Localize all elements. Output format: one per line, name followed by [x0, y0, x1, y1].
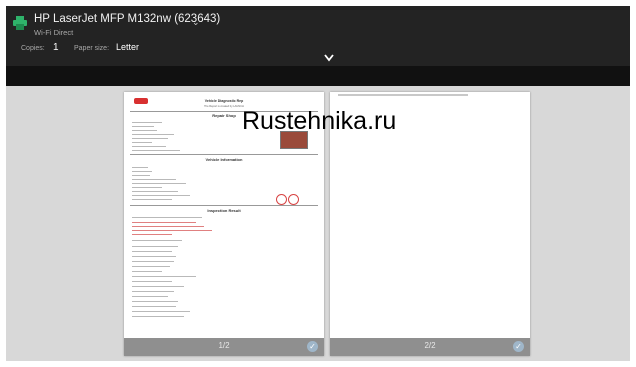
fault-line — [132, 230, 212, 232]
text-line — [132, 183, 186, 185]
text-line — [132, 167, 148, 169]
text-line — [338, 94, 468, 96]
text-line — [132, 291, 174, 293]
divider — [130, 154, 318, 155]
text-line — [132, 306, 176, 308]
copies-field[interactable]: 1 — [53, 42, 59, 53]
text-line — [132, 276, 196, 278]
printer-connection-status: Wi-Fi Direct — [34, 28, 74, 37]
fault-line — [132, 234, 172, 236]
printer-icon — [13, 16, 27, 30]
text-line — [132, 134, 174, 136]
text-line — [132, 130, 157, 132]
text-line — [132, 266, 170, 268]
page-footer: 2/2 ✓ — [330, 338, 530, 356]
text-line — [132, 138, 168, 140]
stamp-icon — [288, 194, 299, 205]
text-line — [132, 187, 162, 189]
section-heading: Vehicle Information — [205, 157, 243, 162]
settings-divider-bar — [6, 66, 630, 86]
chevron-down-icon[interactable]: ⌄ — [192, 17, 200, 28]
section-heading: Inspection Result — [207, 208, 241, 213]
text-line — [132, 256, 176, 258]
text-line — [132, 296, 168, 298]
text-line — [132, 316, 184, 318]
text-line — [132, 286, 184, 288]
text-line — [132, 281, 172, 283]
text-line — [132, 126, 154, 128]
expand-settings-icon[interactable] — [324, 54, 334, 62]
text-line — [132, 191, 178, 193]
text-line — [132, 301, 178, 303]
text-line — [132, 142, 152, 144]
text-line — [132, 171, 152, 173]
text-line — [132, 261, 174, 263]
page-number: 2/2 — [424, 341, 436, 350]
page-selected-check-icon[interactable]: ✓ — [513, 341, 524, 352]
watermark-text: Rustehnika.ru — [242, 107, 397, 135]
fault-line — [132, 226, 204, 228]
stamp-icon — [276, 194, 287, 205]
paper-size-label: Paper size: — [74, 45, 110, 52]
page-selected-check-icon[interactable]: ✓ — [307, 341, 318, 352]
text-line — [132, 251, 172, 253]
report-title: Vehicle Diagnostic Rep — [204, 99, 244, 103]
text-line — [132, 246, 178, 248]
text-line — [132, 122, 162, 124]
text-line — [132, 311, 190, 313]
paper-size-selector[interactable]: Letter — [116, 42, 139, 52]
text-line — [132, 179, 176, 181]
print-settings-header: HP LaserJet MFP M132nw (623643) ⌄ Wi-Fi … — [6, 6, 630, 66]
divider — [130, 205, 318, 206]
copies-label: Copies: — [21, 45, 45, 52]
page-footer: 1/2 ✓ — [124, 338, 324, 356]
text-line — [132, 271, 162, 273]
fault-line — [132, 222, 196, 224]
text-line — [132, 195, 190, 197]
text-line — [132, 146, 166, 148]
text-line — [132, 240, 182, 242]
text-line — [132, 175, 150, 177]
text-line — [132, 217, 202, 219]
page-number: 1/2 — [218, 341, 230, 350]
text-line — [132, 150, 180, 152]
text-line — [132, 199, 172, 201]
print-preview-window: HP LaserJet MFP M132nw (623643) ⌄ Wi-Fi … — [6, 6, 630, 361]
